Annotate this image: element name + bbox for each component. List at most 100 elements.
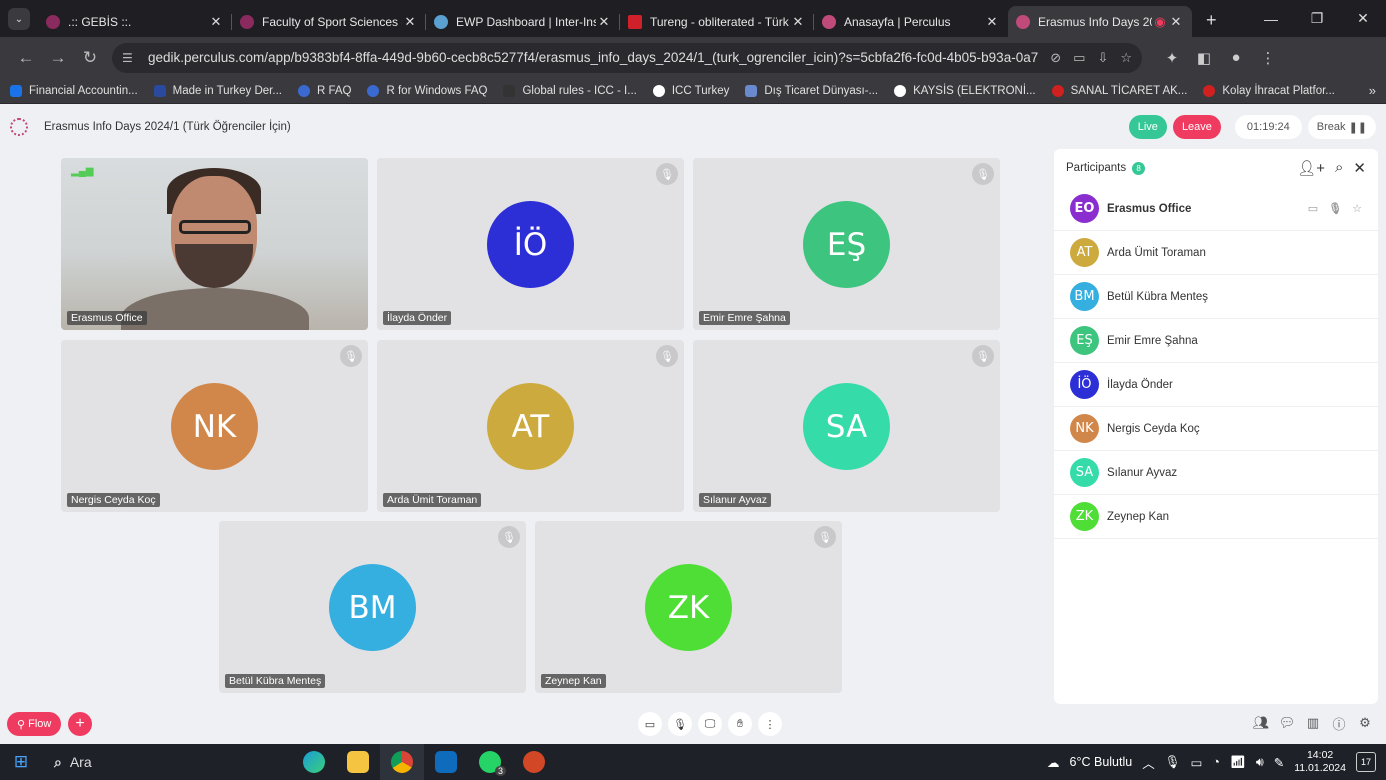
video-camera-icon[interactable]: ▭ [1073, 50, 1085, 66]
participant-tile[interactable]: 🎙︎ AT Arda Ümit Toraman [377, 340, 684, 512]
info-icon[interactable]: ⓘ [1330, 714, 1348, 732]
back-icon[interactable]: ← [10, 48, 42, 68]
camera-icon[interactable]: ▭ [1308, 202, 1318, 215]
reload-icon[interactable]: ↻ [74, 48, 106, 68]
close-window-icon[interactable]: ✕ [1340, 10, 1386, 27]
participants-icon[interactable]: 👥︎ [1252, 714, 1270, 732]
powerpoint-app-icon[interactable] [512, 744, 556, 780]
browser-tab[interactable]: Anasayfa | Perculus ✕ [814, 6, 1008, 37]
leave-button[interactable]: Leave [1172, 115, 1221, 139]
avatar: İÖ [487, 201, 574, 288]
participant-row[interactable]: SA Sılanur Ayvaz [1054, 451, 1378, 495]
chat-icon[interactable]: 💬︎ [1278, 714, 1296, 732]
participant-row[interactable]: ZK Zeynep Kan [1054, 495, 1378, 539]
mic-icon[interactable]: 🎙︎ [1328, 202, 1342, 215]
whatsapp-app-icon[interactable]: 3 [468, 744, 512, 780]
tab-close-icon[interactable]: ✕ [1168, 14, 1184, 30]
restore-icon[interactable]: ❐ [1294, 10, 1340, 27]
avatar: ZK [645, 564, 732, 651]
pen-icon: ✎ [1273, 755, 1285, 770]
bookmark-item[interactable]: SANAL TİCARET AK... [1051, 84, 1187, 97]
add-user-icon[interactable]: 👤︎+ [1297, 159, 1325, 177]
participant-tile[interactable]: 🎙︎ NK Nergis Ceyda Koç [61, 340, 368, 512]
extensions-icon[interactable]: ✦ [1156, 49, 1188, 67]
bookmark-item[interactable]: KAYSİS (ELEKTRONİ... [894, 84, 1036, 97]
participant-row[interactable]: BM Betül Kübra Menteş [1054, 275, 1378, 319]
chevron-up-icon[interactable]: ︿ [1142, 753, 1155, 772]
tab-favicon [1016, 14, 1030, 29]
bookmark-item[interactable]: Made in Turkey Der... [153, 84, 282, 97]
profile-icon[interactable]: ● [1220, 49, 1252, 67]
browser-tab-active[interactable]: Erasmus Info Days 2024◉✕ [1008, 6, 1192, 37]
participant-row[interactable]: EO Erasmus Office ▭ 🎙︎ ☆ [1054, 187, 1378, 231]
clock[interactable]: 14:02 11.01.2024 [1294, 749, 1346, 775]
break-button[interactable]: Break ❚❚ [1307, 115, 1376, 139]
bookmark-item[interactable]: Dış Ticaret Dünyası-... [745, 84, 879, 97]
bookmark-item[interactable]: Kolay İhracat Platfor... [1203, 84, 1335, 97]
live-button[interactable]: Live [1128, 115, 1167, 139]
camera-toggle-icon[interactable]: ▭ [638, 712, 662, 736]
participant-row[interactable]: İÖ İlayda Önder [1054, 363, 1378, 407]
install-app-icon[interactable]: ⇩ [1097, 50, 1108, 66]
participant-row[interactable]: NK Nergis Ceyda Koç [1054, 407, 1378, 451]
participant-tile[interactable]: 🎙︎ SA Sılanur Ayvaz [693, 340, 1000, 512]
participant-tile[interactable]: 🎙︎ BM Betül Kübra Menteş [219, 521, 526, 693]
bookmark-item[interactable]: ICC Turkey [652, 84, 729, 97]
bookmark-item[interactable]: Financial Accountin... [10, 84, 138, 97]
bookmark-label: Dış Ticaret Dünyası-... [764, 84, 879, 97]
bookmark-label: Global rules - ICC - I... [522, 84, 637, 97]
menu-icon[interactable]: ⋮ [1252, 49, 1284, 67]
close-icon[interactable]: ✕ [1353, 159, 1366, 177]
browser-tab[interactable]: Faculty of Sport Sciences - ✕ [232, 6, 426, 37]
participant-row[interactable]: AT Arda Ümit Toraman [1054, 231, 1378, 275]
camera-off-icon[interactable]: ⊘ [1050, 50, 1061, 66]
add-button[interactable]: + [68, 712, 92, 736]
bookmark-item[interactable]: R for Windows FAQ [367, 84, 487, 97]
browser-tab[interactable]: Tureng - obliterated - Türk ✕ [620, 6, 814, 37]
browser-tab[interactable]: .:: GEBİS ::. ✕ [38, 6, 232, 37]
file-explorer-icon[interactable] [336, 744, 380, 780]
browser-tab[interactable]: EWP Dashboard | Inter-Inst ✕ [426, 6, 620, 37]
bookmark-star-icon[interactable]: ☆ [1120, 50, 1132, 66]
mic-toggle-icon[interactable]: 🎙︎ [668, 712, 692, 736]
side-panel-icon[interactable]: ◧ [1188, 49, 1220, 67]
participant-tile[interactable]: 🎙︎ ZK Zeynep Kan [535, 521, 842, 693]
new-tab-button[interactable]: + [1206, 10, 1217, 31]
tab-close-icon[interactable]: ✕ [208, 14, 224, 30]
tab-close-icon[interactable]: ✕ [402, 14, 418, 30]
notification-count[interactable]: 17 [1356, 752, 1376, 772]
start-menu-icon[interactable]: ⊞ [0, 752, 42, 772]
search-icon[interactable]: ⌕ [1335, 159, 1343, 177]
outlook-app-icon[interactable] [424, 744, 468, 780]
taskbar-search[interactable]: ⌕ Ara [42, 744, 292, 780]
weather-text[interactable]: 6°C Bulutlu [1070, 755, 1133, 769]
participant-row[interactable]: EŞ Emir Emre Şahna [1054, 319, 1378, 363]
minimize-icon[interactable]: — [1248, 11, 1294, 27]
video-tile[interactable]: ▂▄▆ Erasmus Office [61, 158, 368, 330]
site-info-icon[interactable]: ☰ [122, 51, 140, 65]
bookmark-item[interactable]: Global rules - ICC - I... [503, 84, 637, 97]
tab-close-icon[interactable]: ✕ [790, 14, 806, 30]
more-options-icon[interactable]: ⋮ [758, 712, 782, 736]
raise-hand-icon[interactable]: ✋︎ [728, 712, 752, 736]
mic-muted-icon: 🎙︎ [498, 526, 520, 548]
bookmark-item[interactable]: R FAQ [297, 84, 351, 97]
chrome-app-icon[interactable] [380, 744, 424, 780]
participant-tile[interactable]: 🎙︎ İÖ İlayda Önder [377, 158, 684, 330]
bookmarks-overflow-icon[interactable]: » [1369, 83, 1376, 98]
screen-share-icon[interactable]: 🖵︎ [698, 712, 722, 736]
battery-icon: ▭ [1190, 755, 1203, 770]
settings-gear-icon[interactable]: ⚙ [1356, 714, 1374, 732]
globe-icon [894, 84, 907, 97]
poll-chart-icon[interactable]: ▥ [1304, 714, 1322, 732]
forward-icon[interactable]: → [42, 48, 74, 68]
edge-app-icon[interactable] [292, 744, 336, 780]
flow-button[interactable]: ⚲ Flow [7, 712, 62, 736]
participant-tile[interactable]: 🎙︎ EŞ Emir Emre Şahna [693, 158, 1000, 330]
tab-search-button[interactable]: ⌄ [8, 8, 30, 30]
tab-close-icon[interactable]: ✕ [984, 14, 1000, 30]
tab-title: Tureng - obliterated - Türk [650, 14, 789, 29]
url-input[interactable]: ☰ gedik.perculus.com/app/b9383bf4-8ffa-4… [112, 42, 1142, 73]
star-icon[interactable]: ☆ [1352, 202, 1362, 215]
tab-close-icon[interactable]: ✕ [596, 14, 612, 30]
